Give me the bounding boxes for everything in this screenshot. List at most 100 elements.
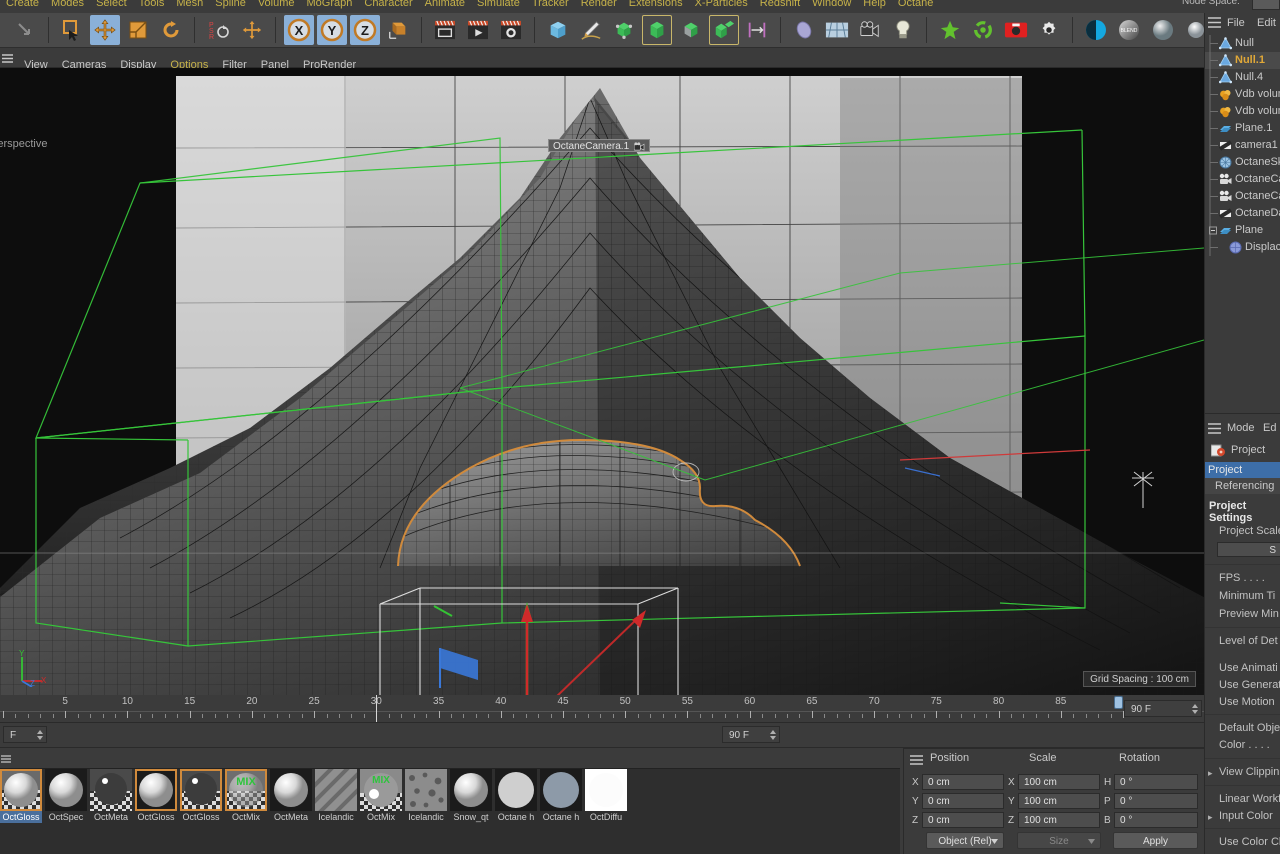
object-tree-item-vdb-volum[interactable]: Vdb volum [1205,86,1280,103]
material-thumbnail[interactable] [90,769,132,811]
apply-button[interactable]: Apply [1113,832,1198,849]
light-object-icon[interactable] [888,15,918,45]
material-item[interactable]: OctGloss [180,769,222,823]
attr-row-input-color[interactable]: ▸ Input Color [1205,807,1280,825]
object-tree-item-null-4[interactable]: Null.4 [1205,69,1280,86]
material-thumbnail[interactable] [495,769,537,811]
project-scale-field[interactable]: S [1217,542,1280,557]
material-hamburger-icon[interactable] [0,750,12,768]
menu-item-spline[interactable]: Spline [209,0,252,10]
menu-item-x-particles[interactable]: X-Particles [689,0,754,10]
object-tree-item-plane[interactable]: Plane [1205,222,1280,239]
render-region-icon[interactable] [463,15,493,45]
subdivision-surface-icon[interactable] [676,15,706,45]
menu-item-tracker[interactable]: Tracker [526,0,575,10]
object-tree-item-octanecam[interactable]: OctaneCam [1205,188,1280,205]
tab-project-settings[interactable]: Project Settings [1205,462,1280,478]
position-z-field[interactable]: 0 cm [922,812,1004,828]
menu-item-window[interactable]: Window [806,0,857,10]
object-manager-file-menu[interactable]: File [1227,13,1245,33]
menu-item-animate[interactable]: Animate [419,0,471,10]
material-thumbnail[interactable] [45,769,87,811]
object-tree-item-null-1[interactable]: Null.1 [1205,52,1280,69]
array-generator-icon[interactable] [609,15,639,45]
object-tree-item-camera1[interactable]: camera1 [1205,137,1280,154]
position-x-field[interactable]: 0 cm [922,774,1004,790]
position-y-field[interactable]: 0 cm [922,793,1004,809]
xparticles-icon[interactable] [935,15,965,45]
object-tree[interactable]: NullNull.1Null.4Vdb volumVdb volumPlane.… [1205,35,1280,408]
attr-row-use-generators[interactable]: Use Generat [1205,676,1280,694]
menu-item-render[interactable]: Render [575,0,623,10]
attribute-manager-mode-menu[interactable]: Mode [1227,418,1255,438]
menu-item-help[interactable]: Help [857,0,892,10]
menu-item-volume[interactable]: Volume [252,0,301,10]
bend-deformer-icon[interactable] [642,15,672,45]
timeline-end-spinner[interactable] [1191,703,1199,715]
menu-item-character[interactable]: Character [358,0,418,10]
rotation-b-field[interactable]: 0 ° [1114,812,1198,828]
object-manager-edit-menu[interactable]: Edit [1257,13,1276,33]
material-thumbnail[interactable] [135,769,177,811]
render-settings-icon[interactable] [496,15,526,45]
rotate-tool-icon[interactable] [156,15,186,45]
object-tree-item-displace[interactable]: Displace [1205,239,1280,256]
world-object-coord-icon[interactable] [383,15,413,45]
menu-item-redshift[interactable]: Redshift [754,0,806,10]
material-item[interactable]: MIXOctMix [360,769,402,823]
object-manager-hamburger-icon[interactable] [1208,17,1221,28]
material-item[interactable]: OctGloss [0,769,42,823]
camera-object-icon[interactable] [855,15,885,45]
octane-blend-material-icon[interactable]: BLEND [1114,15,1144,45]
material-thumbnail[interactable] [180,769,222,811]
attr-row-use-motion[interactable]: Use Motion [1205,693,1280,711]
menu-item-select[interactable]: Select [90,0,133,10]
spline-pen-icon[interactable] [576,15,606,45]
object-tree-item-vdb-volum[interactable]: Vdb volum [1205,103,1280,120]
material-thumbnail[interactable] [270,769,312,811]
material-thumbnail[interactable] [540,769,582,811]
material-item[interactable]: Octane h [540,769,582,823]
rotation-p-field[interactable]: 0 ° [1114,793,1198,809]
perspective-viewport[interactable]: Perspective OctaneCamera.1 Grid Spacing … [0,68,1204,695]
field-object-icon[interactable] [789,15,819,45]
attr-row-view-clipping[interactable]: ▸ View Clippin [1205,763,1280,781]
viewport-hamburger-icon[interactable] [0,48,14,68]
timeline-end-marker[interactable] [1114,696,1123,709]
material-item[interactable]: Octane h [495,769,537,823]
floor-environment-icon[interactable] [822,15,852,45]
material-item[interactable]: OctDiffu [585,769,627,823]
y-axis-lock-icon[interactable]: Y [317,15,347,45]
x-axis-lock-icon[interactable]: X [284,15,314,45]
end-frame-field[interactable]: 90 F [722,726,780,743]
object-tree-item-octaneday[interactable]: OctaneDay [1205,205,1280,222]
menu-item-extensions[interactable]: Extensions [623,0,689,10]
size-mode-select[interactable]: Size [1017,832,1101,849]
attr-row-use-color-clamp[interactable]: Use Color Cl [1205,833,1280,851]
attr-row-level-of-detail[interactable]: Level of Det [1205,632,1280,650]
coordinate-mode-select[interactable]: Object (Rel) [926,832,1004,849]
start-frame-spinner[interactable] [36,729,44,741]
material-item[interactable]: OctGloss [135,769,177,823]
node-space-value[interactable] [1252,0,1280,10]
z-axis-lock-icon[interactable]: Z [350,15,380,45]
object-tree-item-plane-1[interactable]: Plane.1 [1205,120,1280,137]
menu-item-mesh[interactable]: Mesh [170,0,209,10]
axis-move-icon[interactable] [237,15,267,45]
symmetry-icon[interactable] [742,15,772,45]
redshift-settings-icon[interactable] [1034,15,1064,45]
cube-primitive-icon[interactable] [543,15,573,45]
menu-item-octane[interactable]: Octane [892,0,939,10]
material-thumbnail[interactable] [405,769,447,811]
attr-row-default-object[interactable]: Default Obje [1205,719,1280,737]
material-thumbnail[interactable] [0,769,42,811]
attr-row-fps[interactable]: FPS . . . . [1205,569,1280,587]
material-item[interactable]: OctMeta [90,769,132,823]
menu-item-tools[interactable]: Tools [133,0,171,10]
attribute-manager-hamburger-icon[interactable] [1208,423,1221,434]
start-frame-field[interactable]: F [3,726,47,743]
material-thumbnail[interactable] [315,769,357,811]
object-tree-item-octanesky[interactable]: OctaneSky [1205,154,1280,171]
attr-row-project-scale[interactable]: Project Scale [1205,522,1280,540]
timeline-ruler[interactable]: 510152025303540455055606570758085 [0,695,1204,723]
